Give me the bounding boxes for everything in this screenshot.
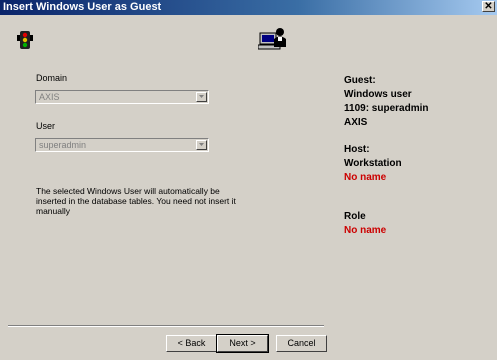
guest-label: Guest: [344, 75, 376, 86]
window-title: Insert Windows User as Guest [3, 1, 162, 13]
host-value: No name [344, 172, 387, 183]
user-select[interactable]: superadmin [35, 138, 209, 152]
traffic-light-icon [17, 31, 33, 49]
title-bar: Insert Windows User as Guest ✕ [0, 0, 497, 15]
user-dropdown-arrow[interactable] [196, 140, 207, 150]
domain-dropdown-arrow[interactable] [196, 92, 207, 102]
info-line: The selected Windows User will automatic… [36, 186, 220, 196]
role-value: No name [344, 225, 387, 236]
user-value: superadmin [39, 140, 87, 150]
guest-domain: AXIS [344, 117, 368, 128]
chevron-down-icon [199, 143, 204, 146]
close-button[interactable]: ✕ [482, 1, 495, 12]
info-line: manually [36, 206, 71, 216]
host-type: Workstation [344, 158, 402, 169]
info-text: The selected Windows User will automatic… [36, 186, 246, 216]
divider [8, 325, 324, 327]
user-label: User [36, 121, 56, 131]
domain-select[interactable]: AXIS [35, 90, 209, 104]
guest-type: Windows user [344, 89, 412, 100]
cancel-button[interactable]: Cancel [276, 335, 327, 352]
guest-id: 1109: superadmin [344, 103, 429, 114]
chevron-down-icon [199, 95, 204, 98]
domain-value: AXIS [39, 92, 60, 102]
domain-label: Domain [36, 73, 68, 83]
role-label: Role [344, 211, 366, 222]
user-computer-icon [258, 28, 286, 50]
host-label: Host: [344, 144, 370, 155]
next-button[interactable]: Next > [216, 334, 269, 353]
info-line: inserted in the database tables. You nee… [36, 196, 236, 206]
back-button[interactable]: < Back [166, 335, 217, 352]
